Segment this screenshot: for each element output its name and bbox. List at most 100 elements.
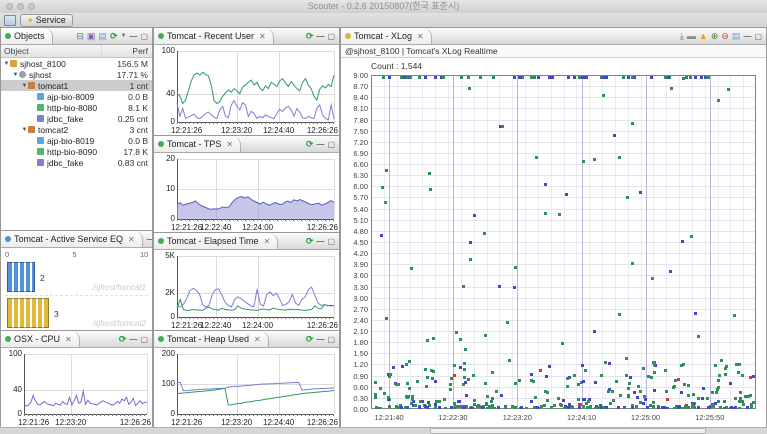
tree-expander-icon[interactable]: ▼: [21, 127, 28, 133]
asq-axis-tick: 5: [73, 250, 77, 259]
tree-row[interactable]: jdbc_fake0.83 cnt: [1, 157, 152, 168]
perspective-service-button[interactable]: ✦Service: [20, 14, 73, 27]
xlog-x-tick-label: 12:24:10: [567, 413, 596, 422]
perspective-icon[interactable]: [4, 15, 16, 26]
tab-xlog[interactable]: Tomcat - XLog ✕: [341, 28, 432, 44]
xlog-y-tick-label: 1.20: [344, 360, 368, 369]
minimize-icon[interactable]: —: [316, 32, 324, 41]
xlog-y-tick-label: 5.70: [344, 193, 368, 202]
refresh-icon[interactable]: ⟳: [306, 32, 314, 41]
close-icon[interactable]: ✕: [226, 140, 233, 149]
tomcat-icon: [28, 82, 35, 89]
objects-view: Objects ⊟ ▣ ▤ ⟳ ▼ — ▢ Object Perf ▼sjhos…: [0, 27, 153, 230]
xlog-y-tick-label: 6.30: [344, 171, 368, 180]
window-close-button[interactable]: [6, 3, 13, 10]
tree-node-perf: 156.5 M: [98, 59, 152, 69]
tree-row[interactable]: ▼sjhost17.71 %: [1, 69, 152, 80]
view-menu-icon[interactable]: ▼: [120, 32, 126, 41]
xlog-y-tick-label: 4.50: [344, 238, 368, 247]
minimize-icon[interactable]: —: [743, 32, 751, 41]
tree-row[interactable]: ▼tomcat23 cnt: [1, 124, 152, 135]
maximize-icon[interactable]: ▢: [327, 140, 335, 149]
refresh-icon[interactable]: ⟳: [119, 335, 127, 344]
active-service-host-label: /sjhost/tomcat1: [92, 283, 146, 292]
refresh-icon[interactable]: ⟳: [306, 237, 314, 246]
close-icon[interactable]: ✕: [65, 335, 72, 344]
tree-expander-icon[interactable]: ▼: [21, 83, 28, 89]
zoom-in-icon[interactable]: ⊕: [711, 32, 719, 41]
tab-heap-used[interactable]: Tomcat - Heap Used ✕: [154, 331, 269, 347]
column-object[interactable]: Object: [1, 45, 101, 57]
close-icon[interactable]: ✕: [259, 32, 266, 41]
tab-osx-cpu[interactable]: OSX - CPU ✕: [1, 331, 80, 347]
monitor-icon[interactable]: ▣: [87, 32, 96, 41]
window-minimize-button[interactable]: [17, 3, 24, 10]
xlog-y-tick-label: 7.50: [344, 127, 368, 136]
osx-host-icon: [19, 71, 26, 78]
elapsed-time-tab-label: Tomcat - Elapsed Time: [167, 236, 259, 246]
tree-row[interactable]: ajp-bio-80190.0 B: [1, 135, 152, 146]
active-service-bar[interactable]: [7, 262, 35, 292]
maximize-icon[interactable]: ▢: [754, 32, 762, 41]
heap-used-chart-canvas: [154, 348, 339, 427]
tab-recent-user[interactable]: Tomcat - Recent User ✕: [154, 28, 274, 44]
close-icon[interactable]: ✕: [254, 335, 261, 344]
objects-tree-body: Object Perf ▼sjhost_8100156.5 M▼sjhost17…: [1, 45, 152, 230]
tab-elapsed-time[interactable]: Tomcat - Elapsed Time ✕: [154, 233, 278, 249]
minimize-icon[interactable]: —: [316, 237, 324, 246]
maximize-icon[interactable]: ▢: [327, 237, 335, 246]
minimize-icon[interactable]: —: [316, 140, 324, 149]
tree-row[interactable]: http-bio-809017.8 K: [1, 146, 152, 157]
maximize-icon[interactable]: ▢: [140, 335, 148, 344]
pause-icon[interactable]: ▬: [687, 32, 696, 41]
close-icon[interactable]: ✕: [264, 237, 271, 246]
xlog-x-tick-label: 12:23:20: [503, 413, 532, 422]
tree-node-label: ajp-bio-8009: [47, 92, 98, 102]
tab-active-service-eq[interactable]: Tomcat - Active Service EQ ✕: [1, 231, 143, 247]
tree-row[interactable]: http-bio-80808.1 K: [1, 102, 152, 113]
export-icon[interactable]: ⤓: [680, 32, 684, 41]
objects-column-header[interactable]: Object Perf: [1, 45, 152, 58]
refresh-icon[interactable]: ⟳: [306, 140, 314, 149]
heap-used-tab-label: Tomcat - Heap Used: [167, 334, 249, 344]
refresh-icon[interactable]: ⟳: [110, 32, 118, 41]
close-icon[interactable]: ✕: [128, 235, 135, 244]
xlog-y-tick-label: 8.70: [344, 82, 368, 91]
xlog-y-tick-label: 1.80: [344, 338, 368, 347]
recent-user-view: Tomcat - Recent User ✕ ⟳ — ▢: [153, 27, 340, 135]
xlog-y-tick-label: 6.00: [344, 182, 368, 191]
tree-row[interactable]: jdbc_fake0.25 cnt: [1, 113, 152, 124]
tree-expander-icon[interactable]: ▼: [3, 61, 10, 67]
column-perf[interactable]: Perf: [101, 45, 152, 57]
tree-row[interactable]: ▼sjhost_8100156.5 M: [1, 58, 152, 69]
perspective-bar: ✦Service: [0, 13, 767, 28]
minimize-icon[interactable]: —: [316, 335, 324, 344]
tree-row[interactable]: ▼tomcat11 cnt: [1, 80, 152, 91]
tab-objects[interactable]: Objects: [1, 28, 53, 44]
maximize-icon[interactable]: ▢: [140, 32, 148, 41]
minimize-icon[interactable]: —: [129, 335, 137, 344]
scrollbar-thumb[interactable]: [430, 428, 706, 434]
note-icon[interactable]: ▤: [732, 32, 741, 41]
collapse-all-icon[interactable]: ⊟: [76, 32, 84, 41]
minimize-icon[interactable]: —: [129, 32, 137, 41]
recent-user-view-icon: [158, 33, 164, 39]
maximize-icon[interactable]: ▢: [327, 32, 335, 41]
maximize-icon[interactable]: ▢: [327, 335, 335, 344]
warning-icon[interactable]: ▲: [699, 32, 708, 41]
zoom-out-icon[interactable]: ⊖: [721, 32, 729, 41]
refresh-icon[interactable]: ⟳: [306, 335, 314, 344]
close-icon[interactable]: ✕: [417, 32, 424, 41]
xlog-count-label: Count : 1,544: [371, 61, 422, 71]
objects-view-header: Objects ⊟ ▣ ▤ ⟳ ▼ — ▢: [1, 28, 152, 45]
tree-expander-icon[interactable]: ▼: [12, 72, 19, 78]
tab-tps[interactable]: Tomcat - TPS ✕: [154, 136, 241, 152]
active-service-bar[interactable]: [7, 298, 49, 328]
xlog-scatter-plot[interactable]: [371, 75, 756, 409]
minimize-icon[interactable]: —: [147, 235, 152, 244]
xlog-x-tick-label: 12:25:50: [695, 413, 724, 422]
file-icon[interactable]: ▤: [98, 32, 107, 41]
tree-row[interactable]: ajp-bio-80090.0 B: [1, 91, 152, 102]
cpu-chart-canvas: [1, 348, 152, 427]
window-zoom-button[interactable]: [28, 3, 35, 10]
